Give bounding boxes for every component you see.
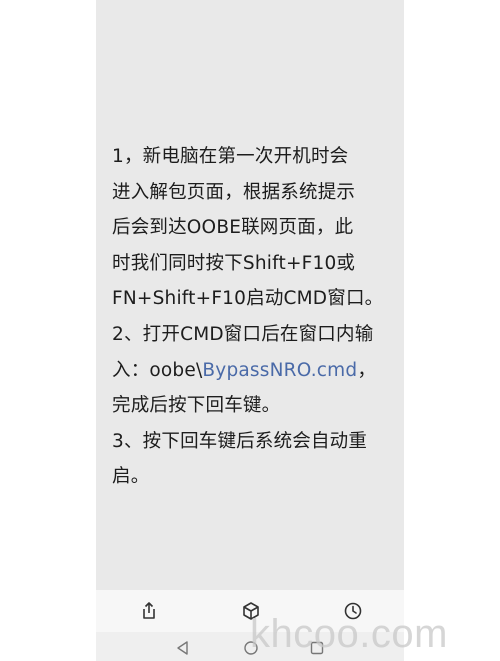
article-line: 后会到达OOBE联网页面，此 bbox=[112, 217, 354, 239]
watermark: khcoo.com bbox=[250, 612, 448, 656]
article-line: 启。 bbox=[112, 466, 150, 488]
article-line: 进入解包页面，根据系统提示 bbox=[112, 181, 356, 203]
article-line: 2、打开CMD窗口后在窗口内输 bbox=[112, 323, 374, 345]
line-prefix: 入：oobe\ bbox=[112, 359, 203, 381]
article-line: 完成后按下回车键。 bbox=[112, 395, 281, 417]
article-line: 时我们同时按下Shift+F10或 bbox=[112, 252, 356, 274]
article-line: FN+Shift+F10启动CMD窗口。 bbox=[112, 288, 384, 310]
back-triangle-icon[interactable] bbox=[175, 640, 191, 656]
article-line: 3、按下回车键后系统会自动重 bbox=[112, 430, 368, 452]
share-icon[interactable] bbox=[138, 600, 160, 622]
article-line-with-link: 入：oobe\BypassNRO.cmd， bbox=[112, 353, 402, 389]
article-line: 1，新电脑在第一次开机时会 bbox=[112, 146, 349, 167]
bypassnro-link[interactable]: BypassNRO.cmd bbox=[202, 360, 357, 381]
article-text: 1，新电脑在第一次开机时会 进入解包页面，根据系统提示 后会到达OOBE联网页面… bbox=[112, 139, 402, 495]
line-suffix: ， bbox=[357, 359, 377, 381]
